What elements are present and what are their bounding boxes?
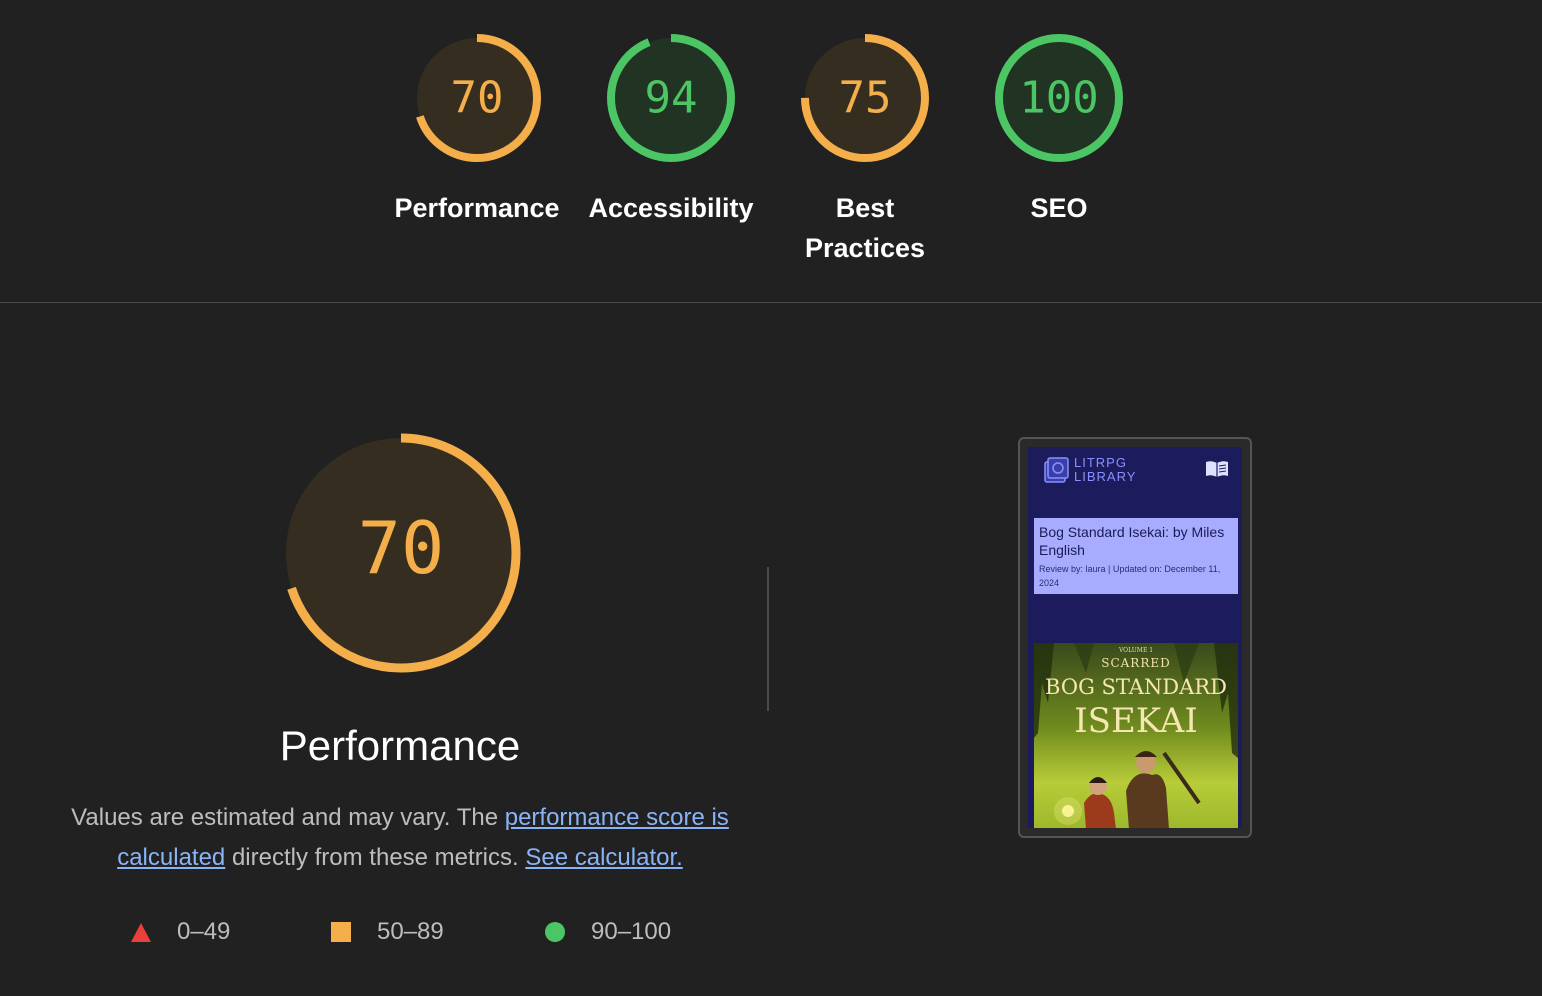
gauge-accessibility-ring: 94 bbox=[607, 34, 735, 162]
gauge-best-practices-score: 75 bbox=[839, 73, 892, 124]
book-logo-icon bbox=[1044, 457, 1069, 483]
gauge-seo[interactable]: 100 SEO bbox=[969, 30, 1149, 228]
gauge-performance[interactable]: 70 Performance bbox=[387, 30, 567, 228]
site-logo: LITRPG LIBRARY bbox=[1042, 455, 1136, 485]
gauge-best-practices[interactable]: 75 Best Practices bbox=[775, 30, 955, 268]
see-calculator-link[interactable]: See calculator. bbox=[525, 844, 682, 871]
gauge-accessibility-score: 94 bbox=[645, 73, 698, 124]
article-title: Bog Standard Isekai: by Miles English bbox=[1039, 524, 1225, 558]
gauge-seo-ring: 100 bbox=[995, 34, 1123, 162]
vertical-divider bbox=[767, 567, 769, 711]
score-legend: 0–49 50–89 90–100 bbox=[0, 912, 800, 952]
book-cover-image: VOLUME 1 SCARRED BOG STANDARD ISEKAI bbox=[1034, 643, 1238, 828]
legend-item-pass: 90–100 bbox=[545, 912, 671, 952]
cover-title-line2: ISEKAI bbox=[1074, 701, 1198, 741]
cover-volume: VOLUME 1 bbox=[1118, 647, 1154, 654]
legend-range-pass: 90–100 bbox=[591, 918, 672, 945]
performance-main-score: 70 bbox=[358, 506, 445, 590]
legend-range-fail: 0–49 bbox=[177, 918, 231, 945]
legend-item-fail: 0–49 bbox=[131, 912, 230, 952]
gauge-best-practices-label: Best Practices bbox=[804, 193, 926, 263]
screenshot-page: LITRPG LIBRARY Bog Standard Isekai: by M… bbox=[1028, 447, 1242, 828]
section-divider bbox=[0, 302, 1542, 303]
performance-description: Values are estimated and may vary. The p… bbox=[70, 798, 730, 878]
site-name-line2: LIBRARY bbox=[1074, 469, 1137, 484]
site-name-line1: LITRPG bbox=[1074, 455, 1127, 470]
red-triangle-icon bbox=[131, 922, 151, 942]
gauge-accessibility[interactable]: 94 Accessibility bbox=[581, 30, 761, 228]
performance-main-gauge: 70 bbox=[281, 433, 521, 673]
gauge-best-practices-ring: 75 bbox=[801, 34, 929, 162]
orange-square-icon bbox=[331, 922, 351, 942]
book-menu-icon bbox=[1206, 461, 1228, 477]
gauge-performance-ring: 70 bbox=[413, 34, 541, 162]
article-header-card: Bog Standard Isekai: by Miles English Re… bbox=[1034, 518, 1238, 594]
gauge-seo-label: SEO bbox=[1030, 193, 1088, 223]
desc-middle: directly from these metrics. bbox=[225, 844, 526, 871]
category-gauges: 70 Performance 94 Accessibility 75 Best … bbox=[0, 0, 1542, 302]
lighthouse-report: 70 Performance 94 Accessibility 75 Best … bbox=[0, 0, 1542, 996]
gauge-performance-score: 70 bbox=[451, 73, 504, 124]
cover-series: SCARRED bbox=[1101, 656, 1171, 670]
desc-prefix: Values are estimated and may vary. The bbox=[71, 804, 505, 831]
legend-item-average: 50–89 bbox=[331, 912, 444, 952]
performance-title: Performance bbox=[279, 722, 521, 769]
gauge-seo-score: 100 bbox=[1019, 73, 1098, 124]
green-circle-icon bbox=[545, 922, 565, 942]
gauge-performance-label: Performance bbox=[394, 193, 560, 223]
legend-range-average: 50–89 bbox=[377, 918, 444, 945]
article-meta: Review by: laura | Updated on: December … bbox=[1039, 564, 1221, 588]
gauge-accessibility-label: Accessibility bbox=[588, 193, 754, 223]
final-screenshot[interactable]: LITRPG LIBRARY Bog Standard Isekai: by M… bbox=[1018, 437, 1252, 838]
cover-title-line1: BOG STANDARD bbox=[1045, 675, 1227, 699]
